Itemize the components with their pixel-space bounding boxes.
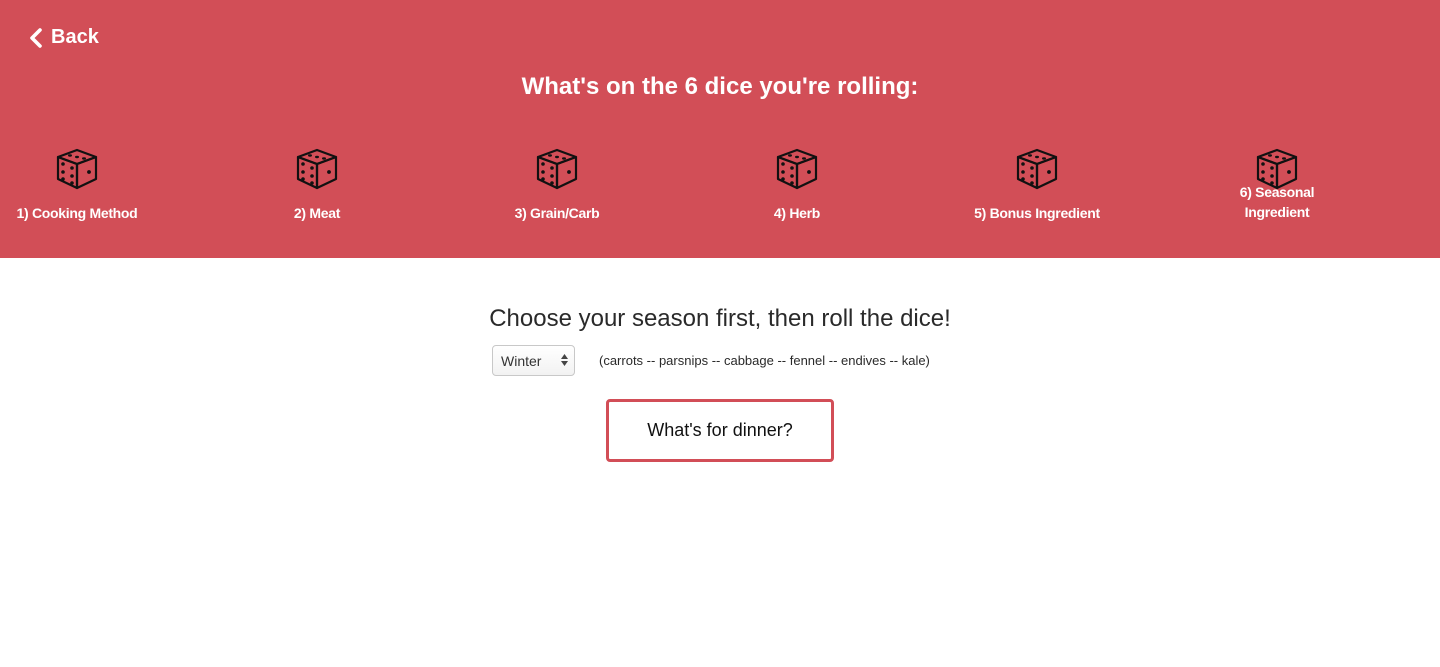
die-item-seasonal-ingredient: 6) Seasonal Ingredient <box>1197 147 1357 222</box>
die-icon <box>774 147 820 191</box>
season-select[interactable]: Winter <box>492 345 575 376</box>
dice-list: 1) Cooking Method 2) Meat 3) Grain/Carb … <box>0 147 1440 247</box>
die-icon <box>54 147 100 191</box>
die-icon <box>534 147 580 191</box>
season-select-value: Winter <box>501 352 542 369</box>
header-banner: Back What's on the 6 dice you're rolling… <box>0 0 1440 258</box>
die-label: 2) Meat <box>293 205 341 221</box>
die-label: 4) Herb <box>773 205 821 221</box>
die-item-meat: 2) Meat <box>237 147 397 223</box>
season-ingredients-text: (carrots -- parsnips -- cabbage -- fenne… <box>599 353 930 368</box>
die-icon <box>294 147 340 191</box>
select-arrows-icon <box>561 354 568 366</box>
die-icon <box>1014 147 1060 191</box>
back-label: Back <box>51 26 99 48</box>
die-label: 3) Grain/Carb <box>514 205 600 221</box>
die-item-herb: 4) Herb <box>717 147 877 223</box>
chevron-left-icon <box>29 27 43 48</box>
roll-dice-button[interactable]: What's for dinner? <box>606 399 834 462</box>
die-item-bonus-ingredient: 5) Bonus Ingredient <box>957 147 1117 223</box>
season-row: Winter (carrots -- parsnips -- cabbage -… <box>492 345 930 376</box>
die-label: 1) Cooking Method <box>16 205 138 221</box>
page-title: What's on the 6 dice you're rolling: <box>521 73 919 100</box>
die-label: 5) Bonus Ingredient <box>974 205 1100 221</box>
die-label: 6) Seasonal Ingredient <box>1239 184 1315 220</box>
die-item-grain-carb: 3) Grain/Carb <box>477 147 637 223</box>
die-item-cooking-method: 1) Cooking Method <box>0 147 157 223</box>
back-link[interactable]: Back <box>29 26 99 49</box>
season-heading: Choose your season first, then roll the … <box>489 305 951 332</box>
